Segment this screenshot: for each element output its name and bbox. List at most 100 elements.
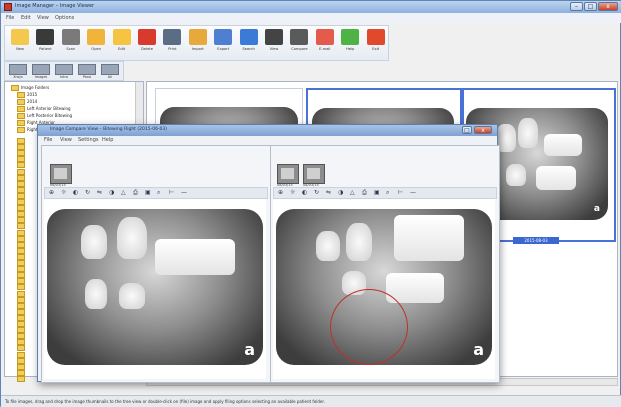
contrast-icon[interactable]: ◐ [73,189,78,196]
folder-icon[interactable] [17,229,25,236]
menu-options[interactable]: Options [55,15,74,21]
measure-icon[interactable]: ⊢ [398,189,403,196]
compare-menu-settings[interactable]: Settings [78,137,99,143]
flip-icon[interactable]: ⇋ [326,189,331,196]
folder-icon[interactable] [17,253,25,260]
folder-icon[interactable] [17,369,25,376]
folder-icon[interactable] [17,138,25,144]
tree-root[interactable]: Image Folders [11,85,49,92]
folder-icon[interactable] [17,217,25,224]
view-button[interactable]: View [262,28,286,60]
rotate-icon[interactable]: ↻ [314,189,319,196]
folder-icon[interactable] [17,363,25,370]
menu-edit[interactable]: Edit [21,15,31,21]
minimize-button[interactable]: – [570,2,583,11]
folder-icon[interactable] [17,192,25,199]
import-button[interactable]: Import [186,28,210,60]
folder-icon[interactable] [17,314,25,321]
line-icon[interactable]: — [181,189,187,196]
open-button[interactable]: Open [84,28,108,60]
search-icon[interactable]: ⌕ [386,189,389,196]
folder-icon[interactable] [17,290,25,297]
folder-icon[interactable] [17,156,25,163]
annotation-circle[interactable] [330,289,408,365]
invert-icon[interactable]: ◑ [109,189,114,196]
compare-menu-help[interactable]: Help [102,137,113,143]
sharpen-icon[interactable]: △ [350,189,355,196]
print-button[interactable]: Print [160,28,184,60]
folder-icon[interactable] [17,205,25,212]
close-button[interactable]: x [598,2,618,11]
brightness-icon[interactable]: ☼ [61,189,66,196]
compare-button[interactable]: Compare [287,28,311,60]
folder-icon[interactable] [17,211,25,218]
left-image-thumb[interactable] [50,164,72,184]
patient-button[interactable]: Patient [33,28,57,60]
flip-icon[interactable]: ⇋ [97,189,102,196]
folder-icon[interactable] [17,302,25,309]
folder-icon[interactable] [17,174,25,181]
compare-maximize-button[interactable]: □ [462,126,472,134]
compare-close-button[interactable]: x [474,126,492,134]
print-icon[interactable]: ⎙ [362,189,367,196]
tree-item[interactable]: 2015 [17,92,37,99]
brightness-icon[interactable]: ☼ [290,189,295,196]
delete-button[interactable]: Delete [135,28,159,60]
folder-icon[interactable] [17,199,25,205]
exit-button[interactable]: Exit [364,28,388,60]
tree-item[interactable]: Left Anterior Bitewing [17,106,71,113]
search-icon[interactable]: ⌕ [157,189,160,196]
folder-icon[interactable] [17,272,25,279]
right-image-thumb[interactable] [277,164,299,184]
right-image-thumb-2[interactable] [303,164,325,184]
folder-icon[interactable] [17,351,25,358]
folder-icon[interactable] [17,345,25,352]
contrast-icon[interactable]: ◐ [302,189,307,196]
compare-menu-view[interactable]: View [60,137,72,143]
folder-icon[interactable] [17,235,25,242]
folder-icon[interactable] [17,333,25,340]
left-image-view[interactable]: a [44,199,266,379]
folder-icon[interactable] [17,260,25,266]
filter-all-button[interactable]: All [99,63,121,80]
folder-icon[interactable] [17,321,25,327]
print-icon[interactable]: ⎙ [133,189,138,196]
scan-button[interactable]: Scan [59,28,83,60]
sharpen-icon[interactable]: △ [121,189,126,196]
folder-icon[interactable] [17,186,25,193]
menu-view[interactable]: View [37,15,49,21]
folder-icon[interactable] [17,180,25,187]
folder-icon[interactable] [17,296,25,303]
folder-icon[interactable] [17,150,25,157]
folder-icon[interactable] [17,168,25,175]
line-icon[interactable]: — [410,189,416,196]
measure-icon[interactable]: ⊢ [169,189,174,196]
zoom-icon[interactable]: ⊕ [49,189,54,196]
maximize-button[interactable]: □ [584,2,597,11]
folder-icon[interactable] [17,308,25,315]
folder-icon[interactable] [17,144,25,151]
e-mail-button[interactable]: E-mail [313,28,337,60]
folder-icon[interactable] [17,223,25,230]
filter-intra-button[interactable]: Intra [53,63,75,80]
save-icon[interactable]: ▣ [145,189,151,196]
filter-xrays-button[interactable]: Xrays [7,63,29,80]
zoom-icon[interactable]: ⊕ [278,189,283,196]
folder-icon[interactable] [17,339,25,346]
edit-button[interactable]: Edit [110,28,134,60]
folder-icon[interactable] [17,284,25,291]
invert-icon[interactable]: ◑ [338,189,343,196]
new-button[interactable]: New [8,28,32,60]
filter-pano-button[interactable]: Pano [76,63,98,80]
folder-icon[interactable] [17,162,25,169]
folder-icon[interactable] [17,327,25,334]
help-button[interactable]: Help [338,28,362,60]
tree-item[interactable]: 2014 [17,99,37,106]
filter-images-button[interactable]: Images [30,63,52,80]
folder-icon[interactable] [17,241,25,248]
save-icon[interactable]: ▣ [374,189,380,196]
export-button[interactable]: Export [211,28,235,60]
menu-file[interactable]: File [6,15,14,21]
compare-menu-file[interactable]: File [44,137,52,143]
folder-icon[interactable] [17,278,25,285]
